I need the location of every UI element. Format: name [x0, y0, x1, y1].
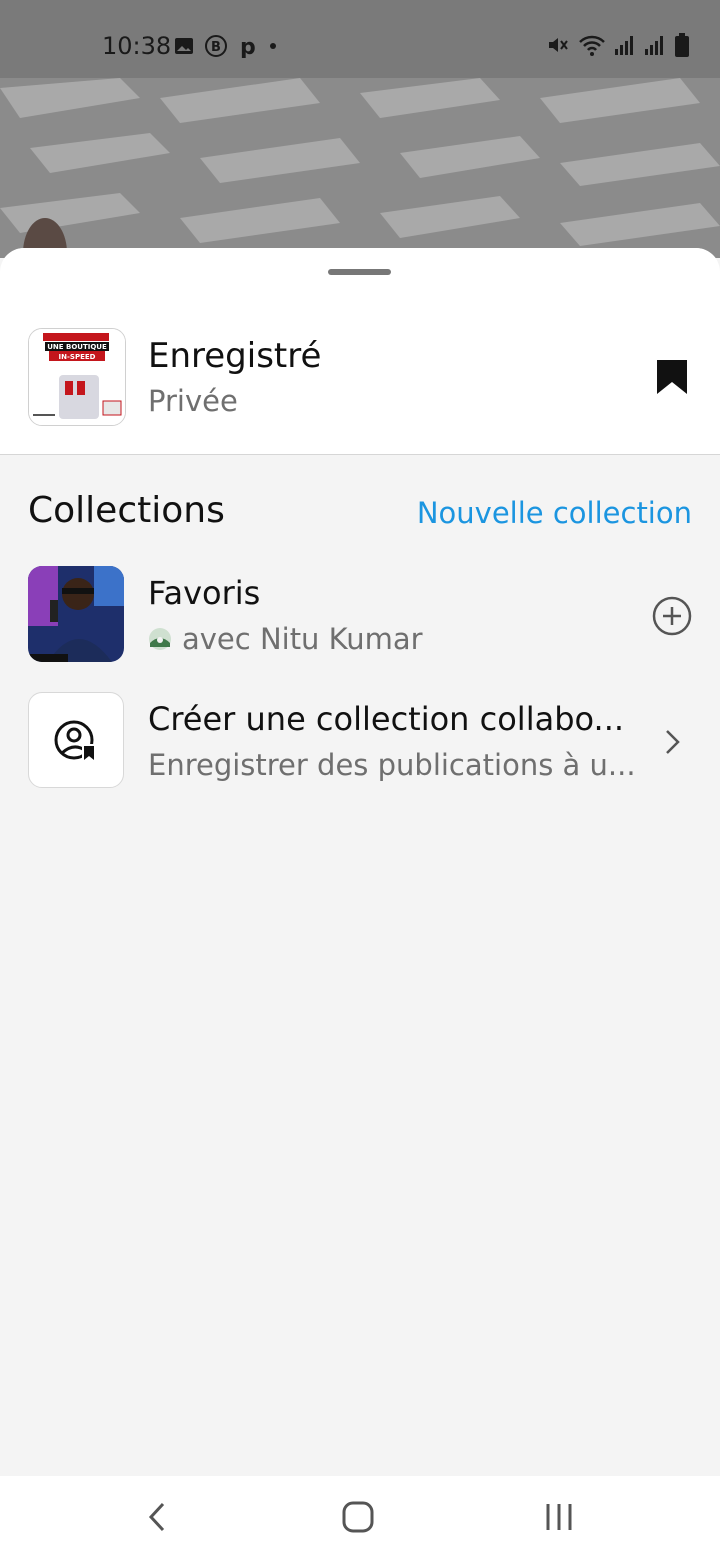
user-bookmark-icon	[54, 720, 96, 760]
wifi-icon	[579, 35, 605, 56]
collection-item-favoris[interactable]: Favoris avec Nitu Kumar	[28, 566, 692, 664]
chevron-right-icon[interactable]	[664, 728, 682, 756]
thumb-text-line1: UNE BOUTIQUE	[47, 343, 107, 351]
b-badge-icon: B	[205, 35, 227, 57]
mute-icon	[549, 38, 568, 52]
system-navigation-bar	[0, 1476, 720, 1560]
collection-description: Enregistrer des publications à u...	[148, 748, 636, 782]
new-collection-link[interactable]: Nouvelle collection	[417, 496, 692, 530]
thumb-text-line2: IN-SPEED	[59, 353, 96, 361]
drag-handle[interactable]	[328, 269, 391, 275]
collections-header-row: Collections Nouvelle collection	[28, 490, 692, 540]
back-icon[interactable]	[145, 1500, 169, 1534]
status-icons-right	[546, 32, 690, 58]
status-bar: 10:38 B p	[0, 0, 720, 78]
battery-icon	[675, 33, 689, 57]
dot-icon	[270, 43, 276, 49]
gallery-icon	[175, 38, 193, 54]
p-app-icon: p	[240, 35, 256, 58]
collection-title: Créer une collection collabo...	[148, 700, 625, 738]
collaborator-text: avec Nitu Kumar	[182, 622, 423, 656]
collection-subtitle: avec Nitu Kumar	[148, 622, 423, 656]
svg-text:p: p	[240, 35, 256, 58]
collection-subtitle: Enregistrer des publications à u...	[148, 748, 636, 782]
signal-icon	[615, 36, 633, 55]
status-icons-left: B p	[174, 34, 278, 58]
svg-text:B: B	[211, 40, 221, 55]
create-collaborative-collection-item[interactable]: Créer une collection collabo... Enregist…	[28, 692, 692, 790]
saved-title: Enregistré	[148, 336, 322, 376]
recent-apps-icon[interactable]	[544, 1502, 574, 1532]
bookmark-filled-icon[interactable]	[655, 358, 689, 396]
saved-privacy: Privée	[148, 384, 238, 418]
add-to-collection-plus-icon[interactable]	[652, 596, 692, 636]
favoris-thumbnail	[28, 566, 124, 662]
collection-title: Favoris	[148, 574, 261, 612]
collections-title: Collections	[28, 490, 225, 531]
save-bottom-sheet: UNE BOUTIQUE IN-SPEED Enregistré Privée …	[0, 248, 720, 1476]
status-time: 10:38	[102, 32, 172, 60]
collaborative-thumbnail	[28, 692, 124, 788]
collaborator-avatar-icon	[149, 628, 171, 650]
home-icon[interactable]	[341, 1500, 375, 1534]
saved-section: UNE BOUTIQUE IN-SPEED Enregistré Privée	[0, 248, 720, 455]
signal-icon	[645, 36, 663, 55]
saved-thumbnail[interactable]: UNE BOUTIQUE IN-SPEED	[28, 328, 126, 426]
background-post-image	[0, 78, 720, 258]
